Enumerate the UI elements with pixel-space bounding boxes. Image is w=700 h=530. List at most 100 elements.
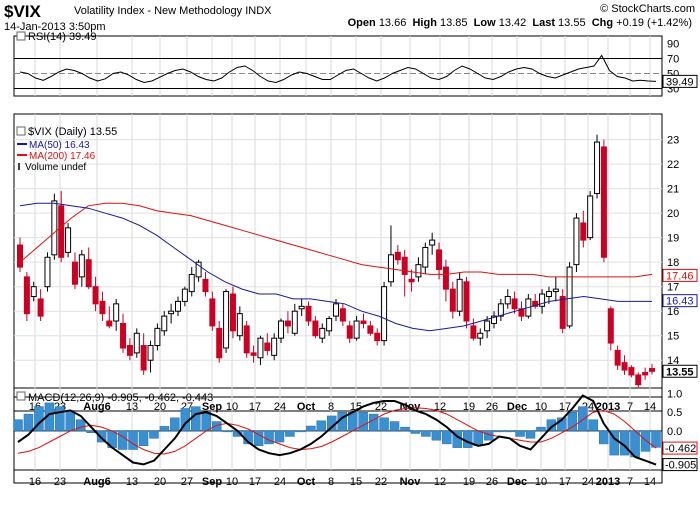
macd-y-tick: 0.5: [667, 407, 682, 419]
candle-down: [635, 374, 642, 386]
macd-histogram-bar: [358, 411, 368, 432]
candle-down: [367, 325, 374, 334]
x-tick-label: 27: [181, 476, 193, 488]
candle-up: [415, 264, 422, 278]
candle-up: [429, 239, 436, 246]
candle-down: [106, 320, 113, 327]
candle-up: [168, 310, 175, 315]
candle-up: [113, 303, 120, 322]
x-tick-label: 12: [434, 476, 446, 488]
rsi-last-value: 39.49: [666, 76, 694, 88]
candle-down: [463, 281, 470, 322]
macd-histogram-bar: [316, 420, 327, 432]
x-tick-label: 17: [559, 476, 571, 488]
rsi-title: RSI(14) 39.49: [28, 31, 96, 43]
candle-up: [271, 337, 278, 356]
candle-down: [339, 308, 346, 322]
x-tick-label: 15: [350, 476, 362, 488]
macd-last-value: -0.905: [665, 460, 696, 472]
x-tick-label: 26: [486, 476, 498, 488]
candle-up: [477, 332, 484, 339]
candle-down: [140, 345, 147, 371]
macd-histogram-bar: [274, 430, 285, 443]
macd-histogram-bar: [379, 417, 389, 432]
macd-histogram-bar: [400, 426, 410, 432]
ma200-last-value: 17.46: [666, 270, 694, 282]
price-y-tick: 22: [667, 159, 679, 171]
candle-down: [243, 325, 250, 354]
candle-up: [161, 315, 168, 332]
price-legend-swatch: [16, 126, 26, 136]
x-tick-label: 14: [644, 476, 656, 488]
macd-histogram-bar: [222, 430, 232, 433]
x-tick-label: 7: [627, 476, 633, 488]
macd-y-tick: 0.0: [667, 426, 682, 438]
macd-legend-swatch: [16, 391, 26, 401]
candle-down: [23, 276, 30, 315]
price-y-tick: 16: [667, 306, 679, 318]
candle-up: [566, 266, 573, 327]
candle-up: [133, 332, 140, 354]
rsi-legend-swatch: [16, 31, 26, 41]
candle-down: [436, 249, 443, 271]
candle-down: [99, 300, 106, 315]
candle-up: [44, 256, 51, 288]
candle-up: [497, 303, 504, 317]
x-tick-label: Dec: [507, 401, 527, 413]
macd-histogram-bar: [347, 411, 358, 432]
macd-histogram-bar: [473, 430, 483, 447]
macd-title: MACD(12,26,9) -0.905, -0.462, -0.443: [28, 392, 213, 404]
candle-down: [470, 325, 477, 339]
candle-up: [353, 320, 360, 339]
macd-histogram-bar: [588, 419, 598, 432]
macd-histogram-bar: [211, 421, 222, 432]
x-tick-label: Sep: [202, 476, 222, 488]
x-tick-label: Nov: [400, 476, 422, 488]
candle-down: [58, 205, 65, 258]
x-tick-label: Aug6: [83, 476, 111, 488]
candle-down: [360, 320, 367, 324]
candle-down: [202, 278, 209, 293]
candle-up: [51, 200, 58, 256]
candle-up: [181, 288, 188, 302]
x-tick-label: Oct: [297, 401, 316, 413]
candle-down: [250, 352, 257, 356]
macd-histogram-bar: [598, 430, 609, 445]
macd-y-tick: 1.0: [667, 389, 682, 401]
candle-down: [642, 371, 649, 376]
macd-histogram-bar: [431, 430, 442, 441]
macd-histogram-bar: [149, 430, 159, 439]
x-tick-label: 26: [486, 401, 498, 413]
x-tick-label: 10: [535, 401, 547, 413]
x-tick-label: 7: [627, 401, 633, 413]
macd-histogram-bar: [651, 430, 661, 448]
candle-down: [216, 327, 223, 359]
rsi-y-tick: 70: [667, 54, 679, 66]
candle-down: [580, 222, 587, 241]
price-y-tick: 18: [667, 257, 679, 269]
price-title: $VIX (Daily) 13.55: [28, 126, 117, 138]
candle-up: [298, 305, 305, 310]
macd-histogram-bar: [536, 426, 546, 432]
candle-down: [37, 298, 44, 317]
macd-histogram-bar: [159, 426, 170, 432]
x-tick-label: 8: [328, 476, 334, 488]
candle-down: [600, 146, 607, 258]
x-tick-label: Dec: [507, 476, 527, 488]
macd-histogram-bar: [138, 430, 149, 447]
candle-down: [17, 244, 23, 268]
candle-up: [326, 318, 333, 332]
macd-histogram-bar: [295, 430, 306, 433]
macd-histogram-bar: [525, 430, 536, 439]
candle-up: [484, 320, 491, 332]
candle-down: [229, 293, 236, 332]
stock-chart: 16162323Aug6Aug6131320202727SepSep101017…: [13, 31, 698, 488]
x-tick-label: 24: [274, 476, 286, 488]
candle-down: [628, 367, 635, 376]
macd-histogram-bar: [442, 430, 452, 445]
x-tick-label: 8: [328, 401, 334, 413]
macd-histogram-bar: [389, 421, 400, 432]
macd-histogram-bar: [640, 430, 651, 452]
candle-up: [65, 227, 72, 253]
candle-down: [126, 345, 133, 356]
